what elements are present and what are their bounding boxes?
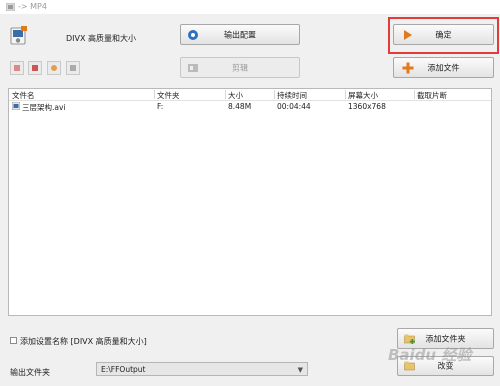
remove-icon: [14, 65, 20, 71]
col-header-size[interactable]: 大小: [228, 90, 243, 101]
add-folder-label: 添加文件夹: [425, 334, 466, 343]
window-title: -> MP4: [18, 2, 47, 11]
add-preset-name-label: 添加设置名称 [DIVX 高质量和大小]: [20, 337, 147, 346]
table-row[interactable]: 三层架构.avi F: 8.48M 00:04:44 1360x768: [9, 101, 491, 112]
file-list[interactable]: 文件名 文件夹 大小 持续时间 屏幕大小 截取片断 三层架构.avi F: 8.…: [8, 88, 492, 316]
clip-button[interactable]: 剪辑: [180, 57, 300, 78]
cell-duration: 00:04:44: [277, 102, 311, 111]
file-list-header: 文件名 文件夹 大小 持续时间 屏幕大小 截取片断: [9, 89, 491, 101]
cell-name: 三层架构.avi: [22, 103, 66, 112]
clear-icon: [32, 65, 38, 71]
add-preset-name-checkbox[interactable]: [10, 337, 17, 344]
app-icon: [6, 3, 15, 11]
remove-button[interactable]: [10, 61, 24, 75]
video-file-icon: [12, 102, 20, 110]
cell-screen: 1360x768: [348, 102, 386, 111]
highlight-box: [388, 17, 499, 54]
format-icon: [10, 26, 27, 45]
watermark: Baidu 经验: [388, 346, 472, 364]
clip-label: 剪辑: [232, 63, 248, 72]
col-header-name[interactable]: 文件名: [12, 90, 35, 101]
add-file-button[interactable]: 添加文件: [393, 57, 494, 78]
output-folder-select[interactable]: E:\FFOutput ▼: [96, 362, 308, 376]
clear-button[interactable]: [28, 61, 42, 75]
chevron-down-icon: ▼: [297, 366, 303, 374]
col-header-screen[interactable]: 屏幕大小: [348, 90, 378, 101]
cell-size: 8.48M: [228, 102, 252, 111]
col-header-clip[interactable]: 截取片断: [417, 90, 447, 101]
media-info-button[interactable]: [66, 61, 80, 75]
output-folder-value: E:\FFOutput: [101, 365, 146, 374]
settings-icon: [51, 65, 57, 71]
format-factory-window: -> MP4 DIVX 高质量和大小 输出配置 确定 剪辑 添加文件 文件名 文…: [0, 0, 500, 386]
title-bar: -> MP4: [0, 0, 500, 14]
output-config-button[interactable]: 输出配置: [180, 24, 300, 45]
col-header-duration[interactable]: 持续时间: [277, 90, 307, 101]
cell-folder: F:: [157, 102, 164, 111]
col-header-folder[interactable]: 文件夹: [157, 90, 180, 101]
add-file-label: 添加文件: [427, 63, 460, 72]
output-config-label: 输出配置: [224, 30, 256, 39]
output-folder-label: 输出文件夹: [10, 368, 50, 377]
settings-button[interactable]: [47, 61, 61, 75]
preset-name: DIVX 高质量和大小: [66, 34, 137, 43]
media-info-icon: [70, 65, 76, 71]
